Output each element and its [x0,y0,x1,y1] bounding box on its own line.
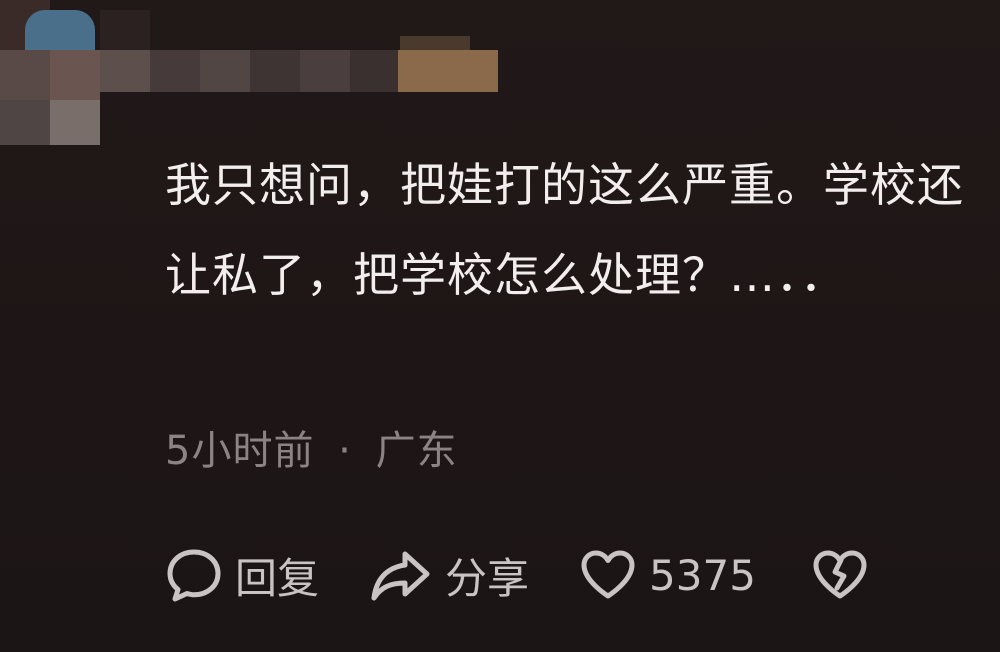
comment-actions: 回复 分享 5375 [165,540,869,610]
avatar-mosaic-tile [0,100,50,145]
username-mosaic-tile [400,36,470,50]
censored-user-header [0,0,500,150]
username-mosaic-tile [200,50,250,92]
username-mosaic-tile [100,50,150,92]
avatar-mosaic-tile [0,50,50,100]
share-arrow-icon [369,546,433,604]
like-count: 5375 [649,550,756,600]
comment-location: 广东 [375,428,458,474]
dislike-button[interactable] [811,548,869,602]
heart-icon [579,548,637,602]
like-button[interactable]: 5375 [579,548,756,602]
reply-label: 回复 [235,553,320,603]
meta-separator: · [338,428,352,474]
broken-heart-icon [811,548,869,602]
username-mosaic-tile [300,50,350,92]
username-mosaic-tile [250,50,300,92]
avatar-mosaic-tile [50,50,100,100]
comment-meta: 5小时前 · 广东 [165,418,458,476]
username-mosaic-tile [150,50,200,92]
share-button[interactable]: 分享 [369,545,529,606]
reply-button[interactable]: 回复 [165,545,319,606]
avatar-mosaic-tile [50,100,100,145]
comment-time: 5小时前 [165,428,315,474]
comment-screen: 我只想问，把娃打的这么严重。学校还让私了，把学校怎么处理？…．． 5小时前 · … [0,0,1000,652]
username-mosaic-tile [350,50,398,92]
comment-body: 我只想问，把娃打的这么严重。学校还让私了，把学校怎么处理？…．． [165,158,964,302]
username-mosaic-tile [100,10,150,50]
username-mosaic-tile [398,50,498,92]
share-label: 分享 [445,553,530,603]
avatar-mosaic-tile [25,10,95,50]
speech-bubble-icon [165,546,223,604]
